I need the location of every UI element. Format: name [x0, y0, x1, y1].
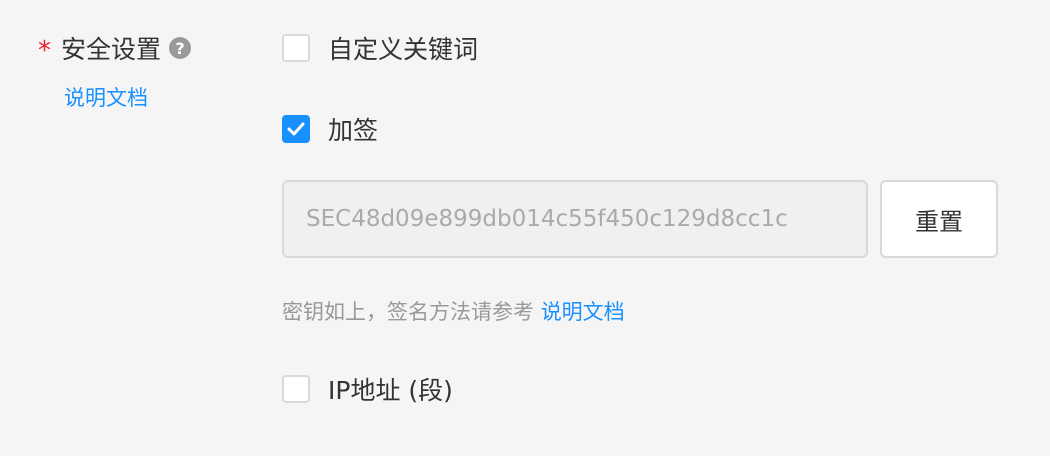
sign-checkbox[interactable] — [282, 115, 310, 143]
secret-input[interactable] — [282, 180, 868, 258]
field-label-column: * 安全设置 ? 说明文档 — [38, 28, 192, 112]
field-label-row: * 安全设置 ? — [38, 28, 192, 68]
security-settings-form: * 安全设置 ? 说明文档 自定义关键词 加签 重置 密钥如上，签名方法请参考 … — [0, 0, 1050, 456]
hint-doc-link[interactable]: 说明文档 — [541, 300, 625, 324]
secret-hint: 密钥如上，签名方法请参考 说明文档 — [282, 296, 625, 326]
secret-hint-text: 密钥如上，签名方法请参考 — [282, 300, 534, 324]
ip-range-checkbox[interactable] — [282, 375, 310, 403]
check-icon — [287, 122, 305, 136]
reset-button[interactable]: 重置 — [880, 180, 998, 258]
option-ip-range[interactable]: IP地址 (段) — [282, 369, 453, 409]
sign-label[interactable]: 加签 — [328, 111, 378, 147]
ip-range-label[interactable]: IP地址 (段) — [328, 371, 453, 407]
question-circle-icon[interactable]: ? — [169, 37, 192, 59]
custom-keyword-checkbox[interactable] — [282, 34, 310, 62]
secret-row: 重置 — [282, 180, 998, 258]
custom-keyword-label[interactable]: 自定义关键词 — [328, 30, 478, 66]
doc-link[interactable]: 说明文档 — [64, 82, 191, 112]
option-custom-keyword[interactable]: 自定义关键词 — [282, 28, 478, 68]
field-label: 安全设置 — [61, 35, 162, 64]
option-sign[interactable]: 加签 — [282, 109, 378, 149]
required-mark: * — [38, 36, 51, 66]
